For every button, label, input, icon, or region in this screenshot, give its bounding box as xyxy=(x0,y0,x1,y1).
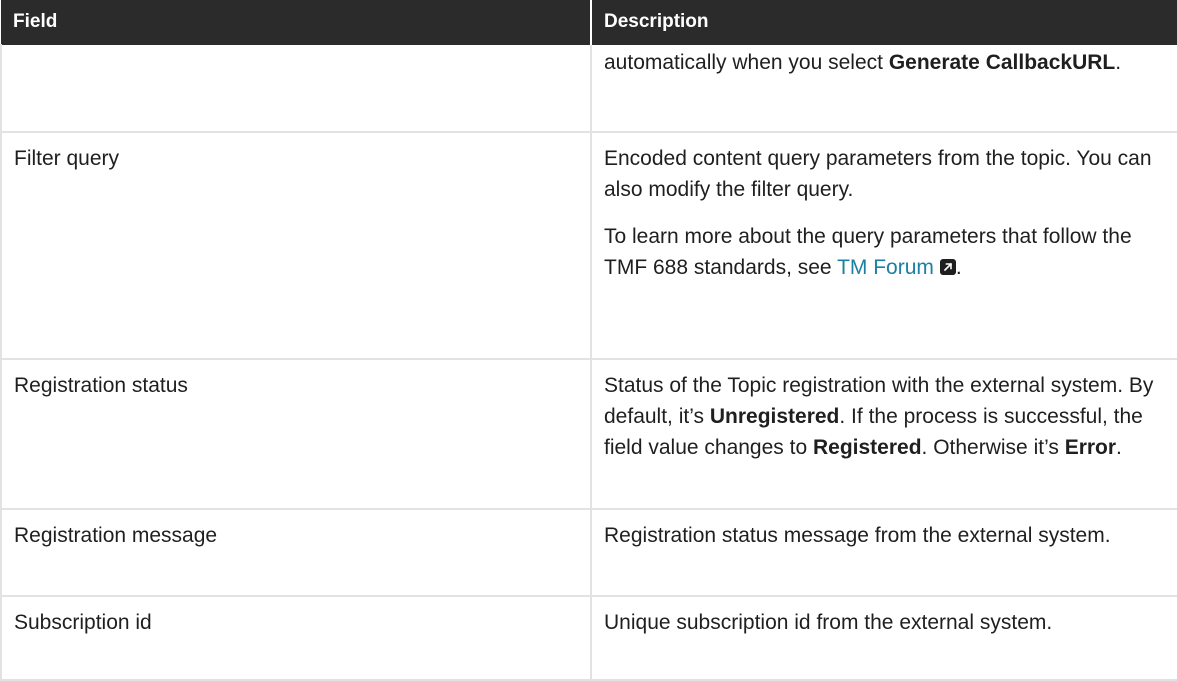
column-header-description: Description xyxy=(591,0,1177,45)
description-paragraph: Encoded content query parameters from th… xyxy=(604,146,1152,201)
bold-term: Registered xyxy=(812,435,922,459)
table-row: Subscription id Unique subscription id f… xyxy=(0,595,1177,681)
column-header-field: Field xyxy=(1,0,592,45)
field-cell: Registration message xyxy=(0,508,592,597)
table-row: Registration message Registration status… xyxy=(0,508,1177,597)
field-cell xyxy=(0,44,592,133)
field-cell: Filter query xyxy=(0,131,592,360)
description-cell: Status of the Topic registration with th… xyxy=(591,358,1177,510)
bold-term: Error xyxy=(1064,435,1117,459)
table-row: Registration status Status of the Topic … xyxy=(0,358,1177,510)
description-paragraph: automatically when you select Generate C… xyxy=(604,51,1122,74)
field-cell: Subscription id xyxy=(0,595,592,681)
field-cell: Registration status xyxy=(0,358,592,510)
field-description-table: Field Description automatically when you… xyxy=(0,0,1177,681)
description-cell: Encoded content query parameters from th… xyxy=(591,131,1177,360)
description-cell: Registration status message from the ext… xyxy=(591,508,1177,597)
bold-term: Generate CallbackURL xyxy=(888,51,1116,74)
description-cell: automatically when you select Generate C… xyxy=(591,44,1177,133)
table-row: Filter query Encoded content query param… xyxy=(0,131,1177,360)
description-paragraph: To learn more about the query parameters… xyxy=(604,224,1132,279)
table-row: automatically when you select Generate C… xyxy=(0,44,1177,133)
description-paragraph: Registration status message from the ext… xyxy=(604,523,1111,547)
description-paragraph: Unique subscription id from the external… xyxy=(604,610,1053,634)
external-link-icon[interactable] xyxy=(939,258,956,275)
table-header-row: Field Description xyxy=(1,0,1177,45)
bold-term: Unregistered xyxy=(709,404,840,428)
description-paragraph: Status of the Topic registration with th… xyxy=(604,373,1154,459)
description-cell: Unique subscription id from the external… xyxy=(591,595,1177,681)
tm-forum-link[interactable]: TM Forum xyxy=(837,256,956,279)
